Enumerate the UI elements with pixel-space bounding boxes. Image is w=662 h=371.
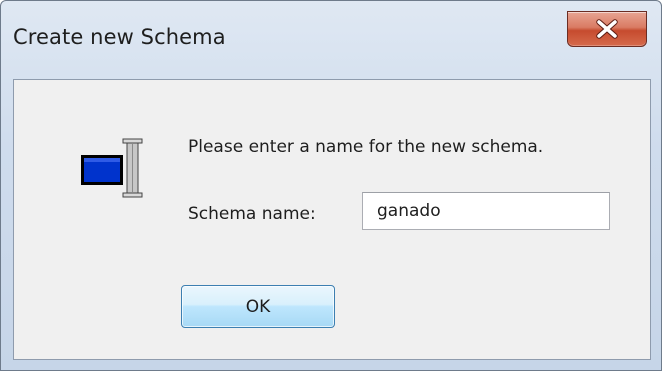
close-button[interactable] [567, 11, 647, 47]
dialog-body: Please enter a name for the new schema. … [13, 79, 651, 360]
ok-button[interactable]: OK [181, 285, 335, 328]
schema-name-label: Schema name: [188, 204, 316, 224]
input-field-icon [81, 138, 143, 198]
schema-name-input[interactable] [362, 192, 610, 230]
title-bar[interactable]: Create new Schema [1, 1, 661, 79]
prompt-message: Please enter a name for the new schema. [188, 137, 544, 157]
dialog-window: Create new Schema Please enter a name fo… [0, 0, 662, 371]
close-icon [596, 19, 618, 39]
window-title: Create new Schema [13, 25, 226, 49]
